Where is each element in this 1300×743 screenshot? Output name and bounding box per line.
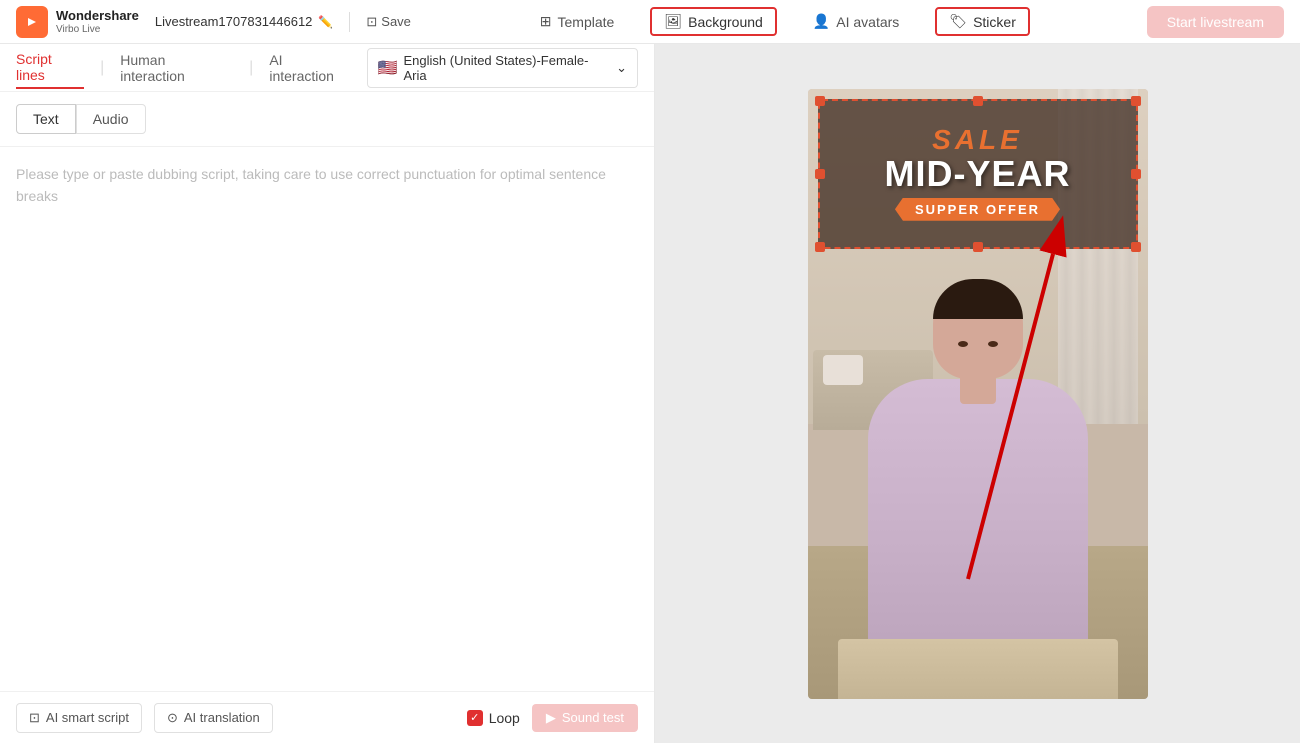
stream-name: Livestream1707831446612 ✏️ <box>155 14 334 29</box>
resize-handle-bl[interactable] <box>815 242 825 252</box>
chevron-down-icon: ⌄ <box>616 60 627 76</box>
main-content: Script lines | Human interaction | AI in… <box>0 44 1300 743</box>
left-panel: Script lines | Human interaction | AI in… <box>0 44 655 743</box>
script-input-area[interactable]: Please type or paste dubbing script, tak… <box>0 147 654 691</box>
product-name: Virbo Live <box>56 24 139 35</box>
preview-canvas[interactable]: SALE MID-YEAR SUPPER OFFER <box>808 89 1148 699</box>
sale-ribbon: SUPPER OFFER <box>895 198 1060 221</box>
language-selector[interactable]: 🇺🇸 English (United States)-Female-Aria ⌄ <box>367 48 638 88</box>
resize-handle-ml[interactable] <box>815 169 825 179</box>
resize-handle-tl[interactable] <box>815 96 825 106</box>
resize-handle-mr[interactable] <box>1131 169 1141 179</box>
ai-translation-button[interactable]: ⊙ AI translation <box>154 703 273 733</box>
tab-human-interaction[interactable]: Human interaction <box>120 48 233 88</box>
template-nav-button[interactable]: ⊞ Template <box>528 9 627 34</box>
right-eye <box>988 341 998 347</box>
loop-label: Loop <box>489 710 520 726</box>
sale-text-top: SALE <box>932 126 1023 154</box>
resize-handle-tr[interactable] <box>1131 96 1141 106</box>
person-hair <box>933 279 1023 319</box>
logo-text-area: Wondershare Virbo Live <box>56 8 139 35</box>
tab-sep-1: | <box>100 59 104 77</box>
face-detail <box>948 324 1008 364</box>
flag-icon: 🇺🇸 <box>378 58 398 78</box>
person-head <box>933 279 1023 379</box>
bottom-toolbar: ⊡ AI smart script ⊙ AI translation ✓ Loo… <box>0 691 654 743</box>
loop-area: ✓ Loop <box>467 710 520 726</box>
tab-ai-interaction[interactable]: AI interaction <box>269 48 350 88</box>
sound-test-button[interactable]: ▶ Sound test <box>532 704 638 732</box>
template-icon: ⊞ <box>540 13 552 30</box>
tab-sep-2: | <box>249 59 253 77</box>
text-tab-button[interactable]: Text <box>16 104 76 134</box>
ai-translation-icon: ⊙ <box>167 710 178 726</box>
edit-icon[interactable]: ✏️ <box>318 15 333 29</box>
header-divider <box>349 12 350 32</box>
lang-label: English (United States)-Female-Aria <box>404 53 611 83</box>
logo-area: Wondershare Virbo Live <box>16 6 139 38</box>
save-button[interactable]: ⊡ Save <box>366 14 411 30</box>
text-audio-tabs: Text Audio <box>0 92 654 147</box>
audio-tab-button[interactable]: Audio <box>76 104 146 134</box>
sound-icon: ▶ <box>546 710 556 726</box>
brand-name: Wondershare <box>56 8 139 24</box>
script-tabs-nav: Script lines | Human interaction | AI in… <box>0 44 654 92</box>
background-icon: 🖼 <box>664 13 682 30</box>
resize-handle-br[interactable] <box>1131 242 1141 252</box>
script-placeholder: Please type or paste dubbing script, tak… <box>16 163 638 208</box>
sticker-nav-button[interactable]: 🏷 Sticker <box>935 7 1030 36</box>
save-icon: ⊡ <box>366 14 377 30</box>
resize-handle-bm[interactable] <box>973 242 983 252</box>
ai-avatar-icon: 👤 <box>813 13 830 30</box>
logo-icon <box>16 6 48 38</box>
person-table <box>838 639 1118 699</box>
ai-smart-script-button[interactable]: ⊡ AI smart script <box>16 703 142 733</box>
ai-person <box>838 279 1118 699</box>
sale-text-main: MID-YEAR <box>885 154 1071 194</box>
loop-checkbox[interactable]: ✓ <box>467 710 483 726</box>
tab-script-lines[interactable]: Script lines <box>16 47 84 89</box>
sticker-icon: 🏷 <box>949 13 967 30</box>
ai-avatars-nav-button[interactable]: 👤 AI avatars <box>801 9 911 34</box>
ai-script-icon: ⊡ <box>29 710 40 726</box>
right-panel: SALE MID-YEAR SUPPER OFFER <box>655 44 1300 743</box>
resize-handle-tm[interactable] <box>973 96 983 106</box>
background-nav-button[interactable]: 🖼 Background <box>650 7 777 36</box>
header-nav: ⊞ Template 🖼 Background 👤 AI avatars 🏷 S… <box>419 7 1139 36</box>
header: Wondershare Virbo Live Livestream1707831… <box>0 0 1300 44</box>
sale-sticker[interactable]: SALE MID-YEAR SUPPER OFFER <box>818 99 1138 249</box>
start-livestream-button[interactable]: Start livestream <box>1147 6 1284 38</box>
left-eye <box>958 341 968 347</box>
